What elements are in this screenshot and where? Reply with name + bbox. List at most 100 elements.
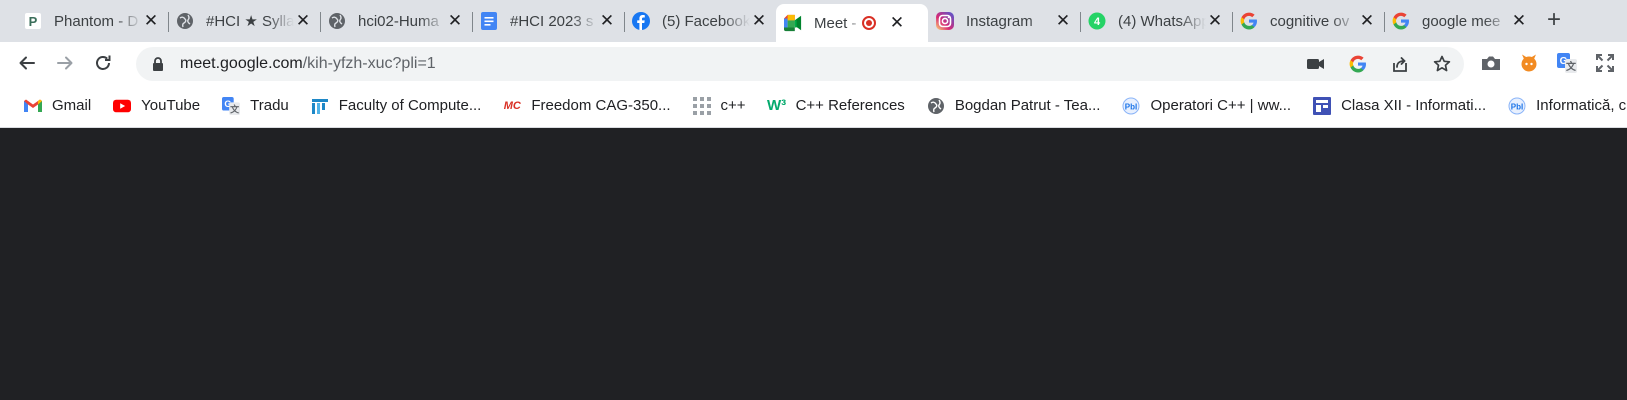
- tab-hci02[interactable]: hci02-Huma ✕: [320, 4, 472, 38]
- bookmark-gmail[interactable]: Gmail: [18, 92, 97, 120]
- bookmark-label: Gmail: [52, 97, 92, 114]
- screenshot-camera-icon[interactable]: [1481, 53, 1501, 73]
- recording-indicator-icon: [862, 16, 876, 30]
- browser-toolbar: meet.google.com/kih-yfzh-xuc?pli=1 G文: [0, 42, 1627, 84]
- new-tab-button[interactable]: +: [1540, 6, 1568, 34]
- bookmark-bogdan-patrut[interactable]: Bogdan Patrut - Tea...: [921, 92, 1107, 120]
- tab-hci-2023-doc[interactable]: #HCI 2023 s ✕: [472, 4, 624, 38]
- tab-phantom[interactable]: P Phantom - D ✕: [16, 4, 168, 38]
- svg-text:P: P: [29, 14, 38, 29]
- share-icon[interactable]: [1390, 54, 1410, 74]
- tab-title: google mee: [1422, 12, 1501, 30]
- google-icon: [1240, 12, 1258, 30]
- tab-title: (4) WhatsApp: [1118, 12, 1206, 30]
- tab-title: #HCI 2023 s: [510, 12, 594, 30]
- svg-text:文: 文: [1566, 60, 1577, 73]
- bookmarks-bar: Gmail YouTube G文 Tradu Faculty of Comput…: [0, 84, 1627, 128]
- close-tab-icon[interactable]: ✕: [1054, 11, 1072, 30]
- svg-text:PbI: PbI: [1511, 102, 1523, 111]
- bookmark-cpp[interactable]: c++: [687, 92, 752, 120]
- close-tab-icon[interactable]: ✕: [1510, 11, 1528, 30]
- bookmark-star-icon[interactable]: [1432, 54, 1452, 74]
- tab-hci-syllabus[interactable]: #HCI ★ Sylla ✕: [168, 4, 320, 38]
- bookmark-label: YouTube: [141, 97, 201, 114]
- close-tab-icon[interactable]: ✕: [142, 11, 160, 30]
- arrow-left-icon: [19, 56, 35, 70]
- tab-whatsapp[interactable]: 4 (4) WhatsApp ✕: [1080, 4, 1232, 38]
- tab-strip: P Phantom - D ✕ #HCI ★ Sylla ✕ hci02-Hum…: [0, 0, 1627, 42]
- freedom-icon: MC: [503, 99, 521, 112]
- whatsapp-icon: 4: [1088, 12, 1106, 30]
- lock-icon[interactable]: [150, 56, 166, 72]
- gmail-icon: [24, 97, 42, 115]
- faculty-icon: [311, 97, 329, 115]
- bookmark-cpp-references[interactable]: W³ C++ References: [762, 92, 911, 120]
- svg-text:4: 4: [1094, 16, 1101, 28]
- address-bar[interactable]: meet.google.com/kih-yfzh-xuc?pli=1: [136, 47, 1464, 81]
- bookmark-label: Bogdan Patrut - Tea...: [954, 97, 1101, 114]
- bookmark-faculty[interactable]: Faculty of Compute...: [305, 92, 488, 120]
- bookmark-tradu[interactable]: G文 Tradu: [216, 92, 295, 120]
- fullscreen-icon[interactable]: [1595, 53, 1615, 73]
- globe-icon: [176, 12, 194, 30]
- bookmark-label: Faculty of Compute...: [338, 97, 482, 114]
- tab-title: Meet - k: [814, 14, 862, 32]
- globe-icon: [927, 97, 945, 115]
- tab-google-search-meet[interactable]: google mee ✕: [1384, 4, 1536, 38]
- google-icon: [1392, 12, 1410, 30]
- tab-title: cognitive ov: [1270, 12, 1350, 30]
- url-path: /kih-yfzh-xuc?pli=1: [302, 55, 436, 72]
- tab-title: hci02-Huma: [358, 12, 439, 30]
- bookmark-operatori-cpp[interactable]: PbI Operatori C++ | ww...: [1116, 92, 1297, 120]
- youtube-icon: [113, 97, 132, 115]
- phantom-icon: P: [24, 12, 42, 30]
- url-text[interactable]: meet.google.com/kih-yfzh-xuc?pli=1: [180, 55, 436, 73]
- tab-facebook[interactable]: (5) Facebook ✕: [624, 4, 776, 38]
- reload-icon: [96, 55, 111, 70]
- instagram-icon: [936, 12, 954, 30]
- bookmark-freedom[interactable]: MC Freedom CAG-350...: [497, 92, 676, 120]
- google-translate-icon[interactable]: G文: [1557, 53, 1577, 73]
- bookmark-label: Clasa XII - Informati...: [1341, 97, 1487, 114]
- meet-page-content: [0, 128, 1627, 400]
- tab-google-search-cognitive[interactable]: cognitive ov ✕: [1232, 4, 1384, 38]
- bookmark-label: c++: [720, 97, 746, 114]
- close-tab-icon[interactable]: ✕: [1206, 11, 1224, 30]
- close-tab-icon[interactable]: ✕: [598, 11, 616, 30]
- close-tab-icon[interactable]: ✕: [294, 11, 312, 30]
- back-button[interactable]: [11, 47, 43, 79]
- camera-blocked-icon[interactable]: [1306, 54, 1326, 74]
- bookmark-informatica[interactable]: PbI Informatică, clasa: [1502, 92, 1627, 120]
- grid-icon: [692, 96, 711, 115]
- extension-fox-icon[interactable]: [1519, 53, 1539, 73]
- close-tab-icon[interactable]: ✕: [888, 13, 906, 32]
- google-docs-icon: [480, 12, 498, 30]
- tab-title: (5) Facebook: [662, 12, 750, 30]
- w3-icon: W³: [767, 97, 787, 114]
- google-translate-icon: G文: [222, 96, 241, 115]
- bookmark-clasa-xii[interactable]: Clasa XII - Informati...: [1307, 92, 1492, 120]
- tab-google-meet-active[interactable]: Meet - k ✕: [776, 4, 928, 42]
- facebook-icon: [632, 12, 650, 30]
- tab-instagram[interactable]: Instagram ✕: [928, 4, 1080, 38]
- url-host: meet.google.com: [180, 55, 303, 72]
- bookmark-label: Freedom CAG-350...: [531, 97, 671, 114]
- bookmark-label: C++ References: [795, 97, 905, 114]
- globe-icon: [328, 12, 346, 30]
- bookmark-label: Tradu: [250, 97, 289, 114]
- close-tab-icon[interactable]: ✕: [1358, 11, 1376, 30]
- svg-text:PbI: PbI: [1125, 102, 1137, 111]
- reload-button[interactable]: [87, 47, 119, 79]
- google-lens-icon[interactable]: [1348, 54, 1368, 74]
- tab-title: #HCI ★ Sylla: [206, 13, 294, 30]
- close-tab-icon[interactable]: ✕: [750, 11, 768, 30]
- arrow-right-icon: [57, 56, 73, 70]
- bookmark-youtube[interactable]: YouTube: [107, 92, 206, 120]
- tab-title: Phantom - D: [54, 12, 139, 30]
- close-tab-icon[interactable]: ✕: [446, 11, 464, 30]
- pbinfo-icon: PbI: [1122, 97, 1140, 115]
- forward-button[interactable]: [49, 47, 81, 79]
- bookmark-label: Informatică, clasa: [1536, 97, 1627, 114]
- tab-title: Instagram: [966, 12, 1033, 30]
- google-meet-icon: [784, 14, 802, 32]
